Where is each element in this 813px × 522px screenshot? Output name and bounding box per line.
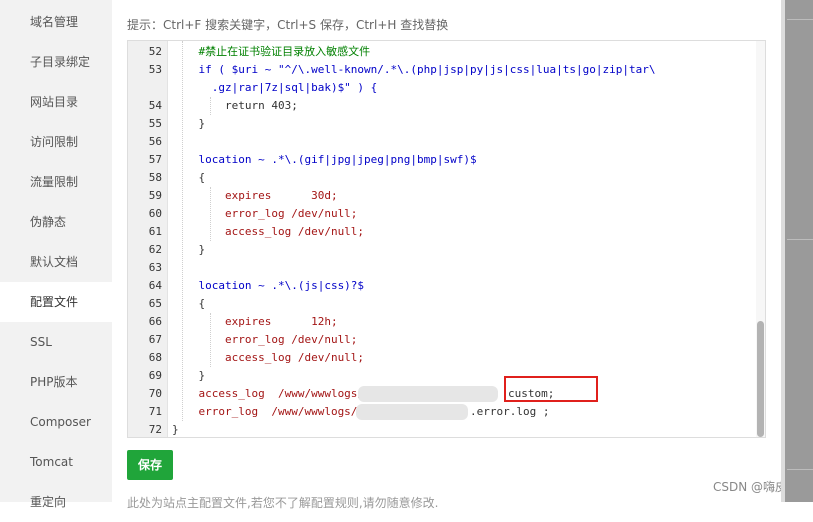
line-number: 65 xyxy=(148,297,162,310)
line-number: 61 xyxy=(148,225,162,238)
line-number: 54 xyxy=(148,99,162,112)
line-number: 71 xyxy=(148,405,162,418)
code-line: return 403; xyxy=(172,99,298,112)
sidebar-item-tomcat[interactable]: Tomcat xyxy=(0,442,112,482)
highlight-annotation-box xyxy=(504,376,598,402)
code-line-access-log: access_log /www/wwwlogs/ xyxy=(172,387,365,400)
config-code-editor[interactable]: 52 53 54 55 56 57 58 59 60 61 62 63 64 6… xyxy=(127,40,766,438)
sidebar-item-traffic-limit[interactable]: 流量限制 xyxy=(0,162,112,202)
code-line-wrapped: .gz|rar|7z|sql|bak)$" ) { xyxy=(172,81,378,94)
sidebar-item-subdir-binding[interactable]: 子目录绑定 xyxy=(0,42,112,82)
line-number: 70 xyxy=(148,387,162,400)
background-window-edge xyxy=(781,0,813,502)
sidebar-item-composer[interactable]: Composer xyxy=(0,402,112,442)
editor-scrollbar[interactable] xyxy=(756,41,765,437)
code-line: error_log /dev/null; xyxy=(172,333,358,346)
code-line: expires 30d; xyxy=(172,189,338,202)
sidebar-item-site-directory[interactable]: 网站目录 xyxy=(0,82,112,122)
code-line: location ~ .*\.(js|css)?$ xyxy=(172,279,365,292)
sidebar-item-access-limit[interactable]: 访问限制 xyxy=(0,122,112,162)
code-line: access_log /dev/null; xyxy=(172,225,365,238)
background-window-border xyxy=(781,0,785,502)
save-button[interactable]: 保存 xyxy=(127,450,173,480)
sidebar-item-redirect[interactable]: 重定向 xyxy=(0,482,112,522)
code-line: access_log /dev/null; xyxy=(172,351,365,364)
line-number: 67 xyxy=(148,333,162,346)
sidebar-item-default-doc[interactable]: 默认文档 xyxy=(0,242,112,282)
code-line: expires 12h; xyxy=(172,315,338,328)
background-divider xyxy=(787,469,813,470)
sidebar-item-php-version[interactable]: PHP版本 xyxy=(0,362,112,402)
line-number: 59 xyxy=(148,189,162,202)
line-number: 58 xyxy=(148,171,162,184)
code-line: } xyxy=(172,243,206,256)
line-number: 72 xyxy=(148,423,162,436)
error-log-suffix: .error.log ; xyxy=(470,405,550,418)
line-number: 55 xyxy=(148,117,162,130)
code-line: } xyxy=(172,369,206,382)
line-number: 66 xyxy=(148,315,162,328)
redacted-path xyxy=(356,404,468,420)
sidebar-item-ssl[interactable]: SSL xyxy=(0,322,112,362)
sidebar-item-config-file[interactable]: 配置文件 xyxy=(0,282,112,322)
config-warning-note: 此处为站点主配置文件,若您不了解配置规则,请勿随意修改. xyxy=(127,496,439,510)
line-number: 64 xyxy=(148,279,162,292)
code-line-error-log: error_log /www/wwwlogs/ xyxy=(172,405,358,418)
shortcut-hint: 提示：Ctrl+F 搜索关键字，Ctrl+S 保存，Ctrl+H 查找替换 xyxy=(127,18,449,32)
line-number: 53 xyxy=(148,63,162,76)
code-line: if ( $uri ~ "^/\.well-known/.*\.(php|jsp… xyxy=(172,63,656,76)
scrollbar-thumb[interactable] xyxy=(757,321,764,437)
line-number: 56 xyxy=(148,135,162,148)
code-line: { xyxy=(172,171,206,184)
line-number: 68 xyxy=(148,351,162,364)
background-divider xyxy=(787,19,813,20)
code-line: } xyxy=(172,117,206,130)
code-line: { xyxy=(172,297,206,310)
line-number: 57 xyxy=(148,153,162,166)
code-line: } xyxy=(172,423,179,436)
line-number: 62 xyxy=(148,243,162,256)
sidebar-item-rewrite[interactable]: 伪静态 xyxy=(0,202,112,242)
line-number: 69 xyxy=(148,369,162,382)
code-line: #禁止在证书验证目录放入敏感文件 xyxy=(172,45,371,58)
line-number: 60 xyxy=(148,207,162,220)
sidebar-item-domain[interactable]: 域名管理 xyxy=(0,2,112,42)
background-divider xyxy=(787,239,813,240)
code-line: location ~ .*\.(gif|jpg|jpeg|png|bmp|swf… xyxy=(172,153,477,166)
settings-sidebar: 域名管理 子目录绑定 网站目录 访问限制 流量限制 伪静态 默认文档 配置文件 … xyxy=(0,0,112,509)
redacted-path xyxy=(358,386,498,402)
line-number: 52 xyxy=(148,45,162,58)
line-number: 63 xyxy=(148,261,162,274)
code-line: error_log /dev/null; xyxy=(172,207,358,220)
